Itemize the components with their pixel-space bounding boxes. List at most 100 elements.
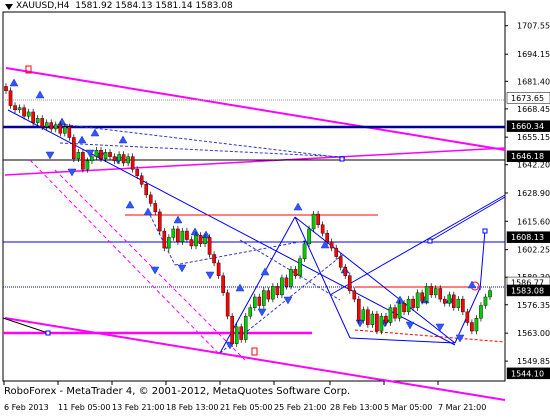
- candle-down[interactable]: [338, 256, 343, 268]
- candle-up[interactable]: [234, 326, 239, 344]
- candle-down[interactable]: [325, 232, 329, 242]
- candle-up[interactable]: [307, 228, 311, 245]
- candle-up[interactable]: [194, 235, 198, 247]
- candle-up[interactable]: [447, 294, 452, 304]
- candle-down[interactable]: [402, 303, 406, 313]
- candle-up[interactable]: [406, 298, 411, 313]
- candle-up[interactable]: [126, 156, 130, 164]
- candle-up[interactable]: [243, 315, 248, 340]
- candle-down[interactable]: [72, 137, 76, 159]
- candle-up[interactable]: [271, 286, 275, 300]
- candle-up[interactable]: [424, 286, 429, 302]
- candle-up[interactable]: [479, 305, 483, 319]
- candle-down[interactable]: [375, 313, 379, 332]
- candle-down[interactable]: [185, 230, 189, 240]
- candle-up[interactable]: [252, 296, 257, 308]
- candle-down[interactable]: [293, 269, 298, 276]
- candle-down[interactable]: [22, 107, 26, 117]
- candle-down[interactable]: [230, 315, 234, 344]
- candle-up[interactable]: [167, 237, 171, 249]
- candle-down[interactable]: [429, 286, 433, 296]
- candle-down[interactable]: [384, 315, 388, 323]
- candle-down[interactable]: [144, 184, 149, 196]
- candle-up[interactable]: [488, 290, 492, 298]
- candle-up[interactable]: [35, 118, 40, 123]
- candle-down[interactable]: [352, 290, 357, 300]
- candle-down[interactable]: [320, 224, 325, 234]
- candle-up[interactable]: [483, 296, 488, 306]
- candle-down[interactable]: [221, 275, 225, 293]
- candle-down[interactable]: [284, 277, 289, 287]
- candle-down[interactable]: [112, 156, 117, 162]
- candle-down[interactable]: [343, 267, 348, 276]
- candle-down[interactable]: [8, 90, 13, 106]
- candle-down[interactable]: [81, 152, 85, 170]
- candle-up[interactable]: [361, 309, 366, 321]
- candle-down[interactable]: [334, 247, 339, 257]
- candle-down[interactable]: [49, 122, 54, 130]
- candle-down[interactable]: [257, 296, 262, 306]
- candle-down[interactable]: [266, 290, 271, 300]
- candle-down[interactable]: [139, 175, 144, 185]
- candle-down[interactable]: [135, 169, 139, 176]
- candle-down[interactable]: [157, 211, 162, 232]
- candle-down[interactable]: [452, 294, 456, 308]
- chart-canvas[interactable]: 1707.55 1694.15 1681.40 1668.45 1655.15 1642.…: [0, 0, 550, 413]
- candle-up[interactable]: [262, 290, 266, 306]
- candle-up[interactable]: [171, 228, 176, 238]
- candle-down[interactable]: [470, 322, 474, 332]
- price-chart[interactable]: 1707.55 1694.15 1681.40 1668.45 1655.15 1642.…: [0, 0, 550, 413]
- candle-down[interactable]: [31, 111, 35, 123]
- candle-up[interactable]: [302, 243, 307, 259]
- candle-up[interactable]: [90, 156, 94, 162]
- candle-up[interactable]: [44, 122, 49, 128]
- candle-up[interactable]: [117, 154, 121, 162]
- candle-up[interactable]: [17, 107, 22, 111]
- candle-down[interactable]: [465, 311, 470, 323]
- candle-up[interactable]: [76, 152, 81, 159]
- candle-up[interactable]: [180, 230, 185, 242]
- candle-down[interactable]: [58, 124, 63, 134]
- candle-up[interactable]: [370, 313, 375, 325]
- candle-down[interactable]: [153, 203, 158, 213]
- candle-up[interactable]: [53, 124, 58, 130]
- candle-down[interactable]: [148, 194, 153, 204]
- candle-down[interactable]: [130, 156, 135, 170]
- candle-down[interactable]: [366, 309, 370, 325]
- candle-up[interactable]: [103, 152, 108, 159]
- candle-down[interactable]: [275, 286, 280, 296]
- candle-down[interactable]: [393, 307, 397, 319]
- candle-down[interactable]: [329, 241, 334, 249]
- candle-up[interactable]: [26, 111, 31, 117]
- candle-down[interactable]: [357, 298, 361, 321]
- candle-up[interactable]: [248, 307, 253, 317]
- candle-up[interactable]: [474, 318, 479, 332]
- candle-down[interactable]: [176, 228, 180, 242]
- candle-up[interactable]: [397, 303, 402, 319]
- candle-down[interactable]: [347, 275, 352, 291]
- candle-down[interactable]: [411, 298, 415, 308]
- candle-down[interactable]: [420, 292, 424, 302]
- candle-up[interactable]: [280, 277, 284, 296]
- candle-up[interactable]: [456, 298, 461, 308]
- candle-up[interactable]: [203, 237, 207, 245]
- candle-up[interactable]: [415, 292, 420, 308]
- candle-up[interactable]: [94, 150, 99, 157]
- candle-down[interactable]: [40, 118, 44, 128]
- candle-up[interactable]: [85, 160, 90, 170]
- candle-down[interactable]: [99, 150, 103, 159]
- candle-up[interactable]: [298, 258, 302, 276]
- candle-up[interactable]: [379, 315, 384, 332]
- candle-down[interactable]: [4, 86, 8, 91]
- candle-down[interactable]: [239, 326, 244, 340]
- candle-down[interactable]: [216, 262, 221, 276]
- candle-down[interactable]: [13, 105, 17, 111]
- candle-down[interactable]: [212, 254, 216, 264]
- candle-up[interactable]: [433, 288, 438, 296]
- candle-down[interactable]: [108, 152, 112, 157]
- candle-up[interactable]: [311, 213, 316, 230]
- candle-down[interactable]: [67, 126, 72, 138]
- candle-down[interactable]: [225, 292, 230, 317]
- candle-down[interactable]: [207, 237, 212, 255]
- plot-area[interactable]: [2, 11, 506, 382]
